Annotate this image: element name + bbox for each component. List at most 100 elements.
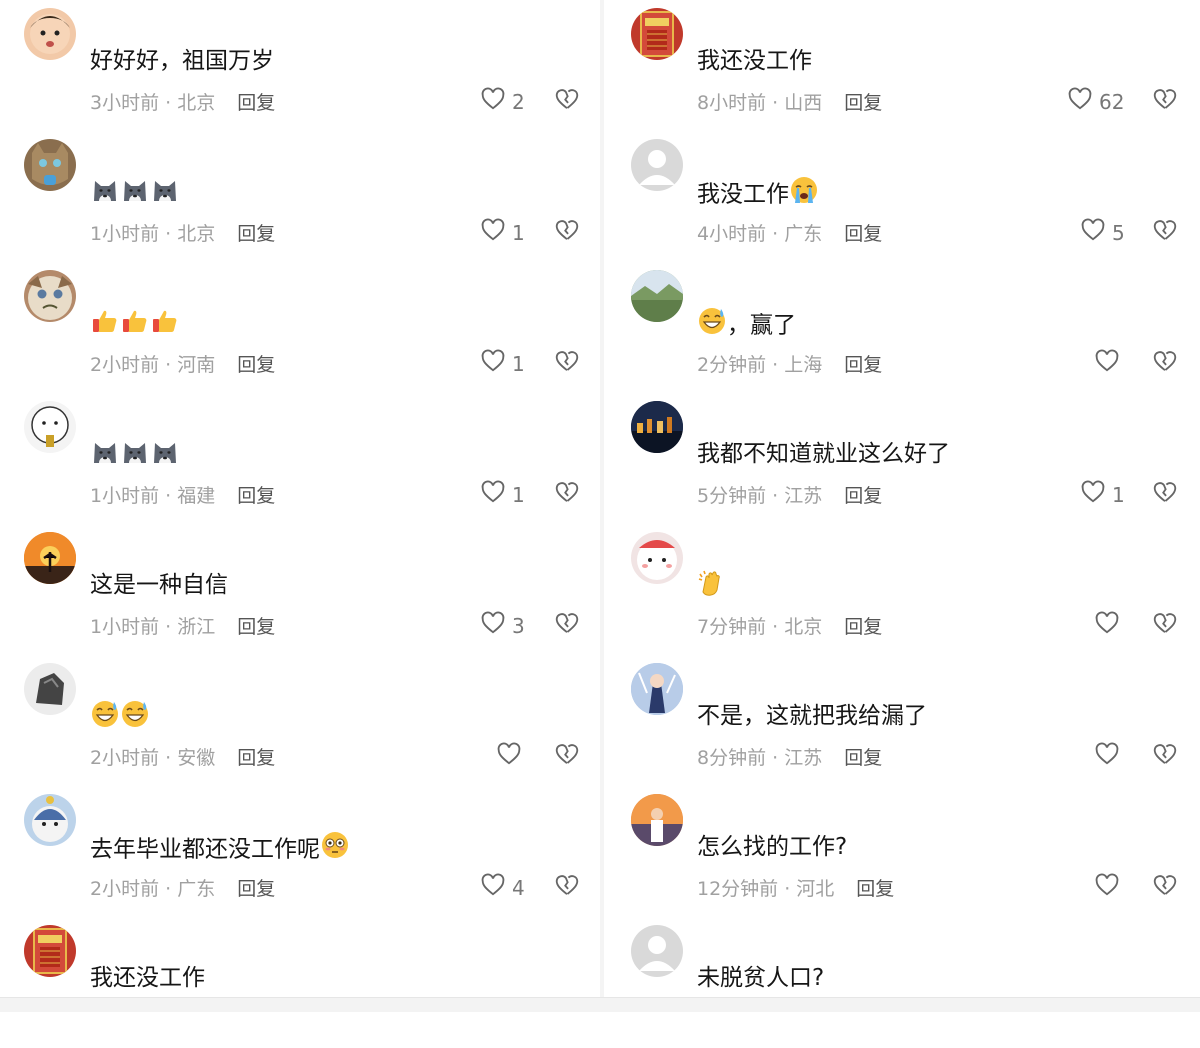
flushed-emoji <box>320 830 350 870</box>
right-comment-item[interactable]: 我还没工作 8小时前 · 山西 回复 62 <box>604 0 1200 131</box>
reply-button[interactable]: 回复 <box>237 354 275 376</box>
thumbs-up-emoji <box>90 306 120 346</box>
like-button[interactable]: 62 <box>1067 86 1124 117</box>
comment-meta: 12分钟前 · 河北 回复 <box>697 874 894 901</box>
broken-heart-icon[interactable] <box>554 741 580 771</box>
reply-button[interactable]: 回复 <box>844 92 882 114</box>
like-button[interactable]: 1 <box>480 348 525 379</box>
like-button[interactable]: 1 <box>480 479 525 510</box>
like-button[interactable]: 5 <box>1080 217 1125 248</box>
broken-heart-icon[interactable] <box>1152 610 1178 640</box>
night-city-avatar-icon[interactable] <box>631 401 683 453</box>
heart-icon <box>1094 610 1120 641</box>
broken-heart-icon[interactable] <box>554 86 580 116</box>
default-avatar-icon[interactable] <box>631 925 683 977</box>
like-button[interactable] <box>496 741 528 772</box>
comment-text-content: 这是一种自信 <box>90 572 228 598</box>
plush-avatar-icon[interactable] <box>631 532 683 584</box>
bottom-bar <box>0 997 1200 1012</box>
red-poster-avatar-icon[interactable] <box>631 8 683 60</box>
reply-button[interactable]: 回复 <box>237 616 275 638</box>
rock-avatar-icon[interactable] <box>24 663 76 715</box>
broken-heart-icon[interactable] <box>1152 217 1178 247</box>
left-comment-item[interactable]: 我还没工作 <box>0 917 600 1048</box>
left-comment-item[interactable]: 这是一种自信 1小时前 · 浙江 回复 3 <box>0 524 600 655</box>
right-comment-item[interactable]: 7分钟前 · 北京 回复 <box>604 524 1200 655</box>
comment-text: 我都不知道就业这么好了 <box>697 437 950 471</box>
left-comment-item[interactable]: 去年毕业都还没工作呢 2小时前 · 广东 回复 4 <box>0 786 600 917</box>
broken-heart-icon[interactable] <box>1152 348 1178 378</box>
sweat-grin-emoji <box>90 699 120 739</box>
left-comment-item[interactable]: 1小时前 · 北京 回复 1 <box>0 131 600 262</box>
broken-heart-icon[interactable] <box>1152 872 1178 902</box>
husky-emoji <box>120 175 150 215</box>
like-count: 1 <box>512 351 525 376</box>
comment-meta: 7分钟前 · 北京 回复 <box>697 612 882 639</box>
left-comment-item[interactable]: 2小时前 · 河南 回复 1 <box>0 262 600 393</box>
sunset-person-avatar-icon[interactable] <box>631 794 683 846</box>
like-button[interactable]: 1 <box>1080 479 1125 510</box>
timestamp: 5分钟前 · 江苏 <box>697 485 823 507</box>
grumpy-cat-avatar-icon[interactable] <box>24 270 76 322</box>
right-comment-item[interactable]: 未脱贫人口? <box>604 917 1200 1048</box>
reply-button[interactable]: 回复 <box>237 747 275 769</box>
landscape-avatar-icon[interactable] <box>631 270 683 322</box>
comment-text <box>90 175 180 215</box>
right-comment-item[interactable]: ，赢了 2分钟前 · 上海 回复 <box>604 262 1200 393</box>
cartoon-face-avatar-icon[interactable] <box>24 401 76 453</box>
anime-avatar-icon[interactable] <box>631 663 683 715</box>
reply-button[interactable]: 回复 <box>844 747 882 769</box>
like-button[interactable] <box>1094 872 1126 903</box>
left-comment-item[interactable]: 2小时前 · 安徽 回复 <box>0 655 600 786</box>
reply-button[interactable]: 回复 <box>844 616 882 638</box>
like-button[interactable] <box>1094 348 1126 379</box>
timestamp: 4小时前 · 广东 <box>697 223 823 245</box>
like-button[interactable]: 4 <box>480 872 525 903</box>
comment-text-content: 去年毕业都还没工作呢 <box>90 836 320 863</box>
right-comment-item[interactable]: 怎么找的工作? 12分钟前 · 河北 回复 <box>604 786 1200 917</box>
broken-heart-icon[interactable] <box>554 610 580 640</box>
default-avatar-icon[interactable] <box>631 139 683 191</box>
broken-heart-icon[interactable] <box>1152 479 1178 509</box>
cartoon-boy-avatar-icon[interactable] <box>24 794 76 846</box>
sunset-avatar-icon[interactable] <box>24 532 76 584</box>
broken-heart-icon[interactable] <box>554 872 580 902</box>
reply-button[interactable]: 回复 <box>844 223 882 245</box>
baby-avatar-icon[interactable] <box>24 8 76 60</box>
like-button[interactable] <box>1094 741 1126 772</box>
left-comment-item[interactable]: 1小时前 · 福建 回复 1 <box>0 393 600 524</box>
broken-heart-icon[interactable] <box>1152 741 1178 771</box>
sweat-grin-emoji <box>697 306 727 346</box>
like-button[interactable] <box>1094 610 1126 641</box>
timestamp: 1小时前 · 福建 <box>90 485 216 507</box>
reply-button[interactable]: 回复 <box>844 485 882 507</box>
timestamp: 8分钟前 · 江苏 <box>697 747 823 769</box>
cat-avatar-icon[interactable] <box>24 139 76 191</box>
reply-button[interactable]: 回复 <box>856 878 894 900</box>
left-comment-column: 好好好，祖国万岁 3小时前 · 北京 回复 2 1小时前 · 北京 回复 1 2小时前 · 河… <box>0 0 600 1012</box>
reply-button[interactable]: 回复 <box>237 92 275 114</box>
comment-text-content: 不是，这就把我给漏了 <box>697 703 927 729</box>
right-comment-item[interactable]: 不是，这就把我给漏了 8分钟前 · 江苏 回复 <box>604 655 1200 786</box>
like-button[interactable]: 1 <box>480 217 525 248</box>
broken-heart-icon[interactable] <box>554 348 580 378</box>
reply-button[interactable]: 回复 <box>844 354 882 376</box>
like-count: 4 <box>512 875 525 900</box>
comment-text-content: 好好好，祖国万岁 <box>90 48 274 74</box>
right-comment-item[interactable]: 我没工作 4小时前 · 广东 回复 5 <box>604 131 1200 262</box>
reply-button[interactable]: 回复 <box>237 485 275 507</box>
reply-button[interactable]: 回复 <box>237 223 275 245</box>
reply-button[interactable]: 回复 <box>237 878 275 900</box>
like-button[interactable]: 2 <box>480 86 525 117</box>
red-poster-avatar-icon[interactable] <box>24 925 76 977</box>
comment-text: 去年毕业都还没工作呢 <box>90 830 350 870</box>
comment-text: 我还没工作 <box>697 44 812 78</box>
like-button[interactable]: 3 <box>480 610 525 641</box>
left-comment-item[interactable]: 好好好，祖国万岁 3小时前 · 北京 回复 2 <box>0 0 600 131</box>
right-comment-item[interactable]: 我都不知道就业这么好了 5分钟前 · 江苏 回复 1 <box>604 393 1200 524</box>
broken-heart-icon[interactable] <box>1152 86 1178 116</box>
timestamp: 1小时前 · 浙江 <box>90 616 216 638</box>
broken-heart-icon[interactable] <box>554 217 580 247</box>
timestamp: 2小时前 · 安徽 <box>90 747 216 769</box>
broken-heart-icon[interactable] <box>554 479 580 509</box>
